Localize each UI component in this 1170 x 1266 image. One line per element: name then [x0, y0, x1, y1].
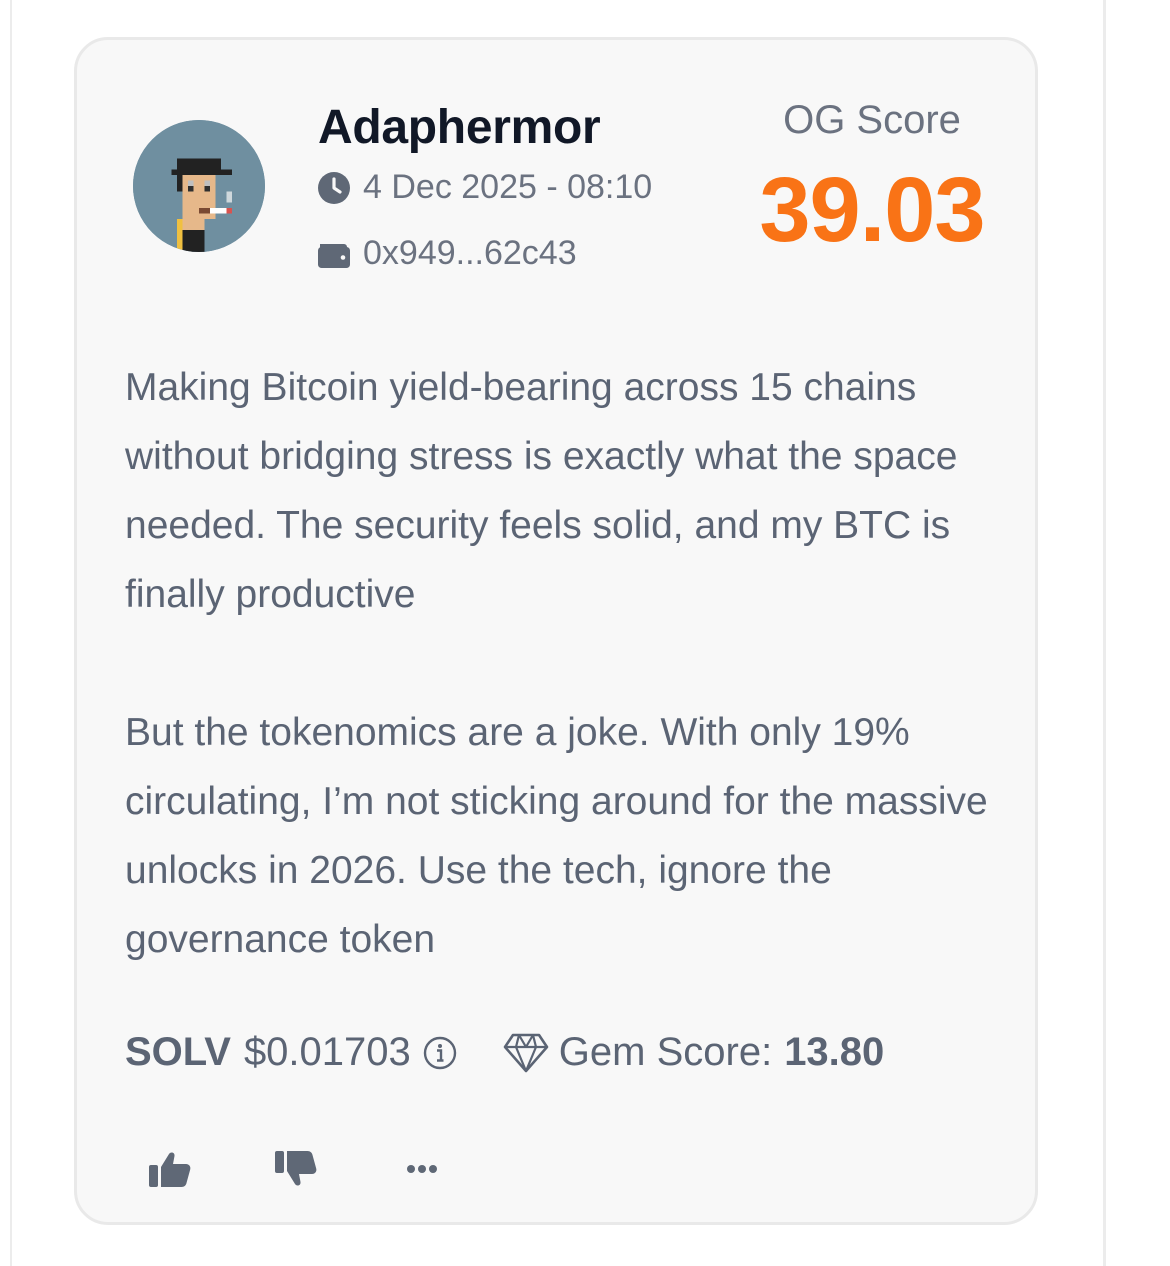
- wallet-icon: [316, 236, 352, 272]
- page-divider-left: [10, 0, 12, 1266]
- action-bar: [145, 1146, 523, 1192]
- page: Adaphermor 4 Dec 2025 - 08:10 0x949...62…: [0, 0, 1170, 1266]
- token-info: SOLV $0.01703 Gem Score: 13.80: [125, 1030, 884, 1075]
- wallet-text: 0x949...62c43: [363, 234, 577, 272]
- gem-score-label: Gem Score:: [558, 1030, 773, 1074]
- author-name[interactable]: Adaphermor: [318, 100, 601, 155]
- clock-icon: [316, 170, 352, 206]
- like-button[interactable]: [145, 1146, 195, 1192]
- review-body: Making Bitcoin yield-bearing across 15 c…: [125, 353, 1005, 974]
- og-score-value: 39.03: [759, 159, 985, 261]
- diamond-icon: [503, 1032, 549, 1074]
- review-paragraph: Making Bitcoin yield-bearing across 15 c…: [125, 366, 958, 616]
- page-divider-right: [1103, 0, 1106, 1266]
- info-icon[interactable]: [423, 1036, 457, 1070]
- more-button[interactable]: [397, 1146, 447, 1192]
- token-price: $0.01703: [243, 1030, 411, 1074]
- timestamp-text: 4 Dec 2025 - 08:10: [363, 168, 653, 206]
- thumbs-up-icon: [149, 1152, 191, 1187]
- thumbs-down-icon: [275, 1151, 317, 1186]
- post-timestamp: 4 Dec 2025 - 08:10: [316, 168, 652, 207]
- gem-score-value: 13.80: [784, 1030, 885, 1074]
- review-paragraph: But the tokenomics are a joke. With only…: [125, 711, 988, 961]
- wallet-address[interactable]: 0x949...62c43: [316, 234, 577, 273]
- avatar-pixel-art: [133, 120, 265, 252]
- avatar[interactable]: [133, 120, 265, 252]
- token-symbol[interactable]: SOLV: [125, 1030, 231, 1075]
- more-icon: [407, 1165, 437, 1173]
- dislike-button[interactable]: [271, 1146, 321, 1192]
- og-score-label: OG Score: [783, 98, 961, 142]
- gem-score: Gem Score: 13.80: [503, 1030, 885, 1075]
- review-card: Adaphermor 4 Dec 2025 - 08:10 0x949...62…: [74, 37, 1038, 1225]
